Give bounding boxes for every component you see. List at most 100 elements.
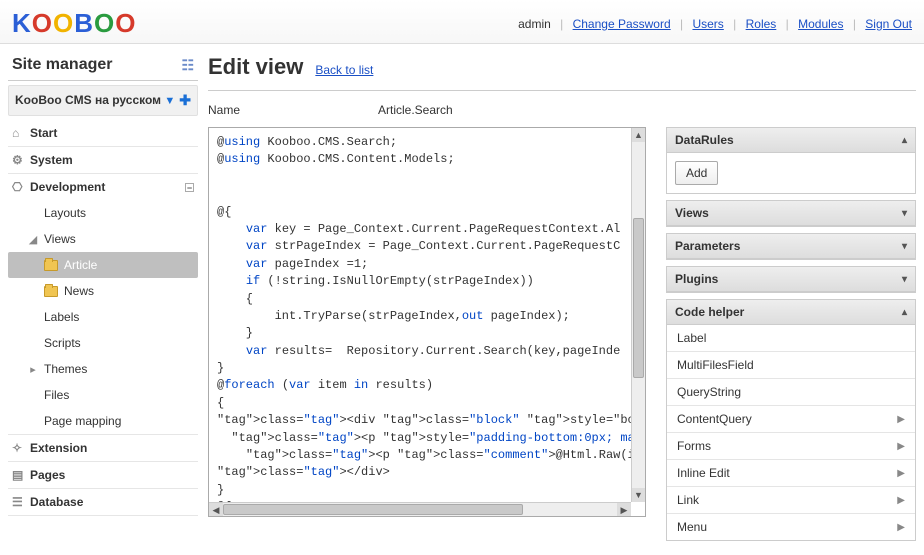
link-change-password[interactable]: Change Password — [573, 17, 671, 31]
page-title: Edit view — [208, 54, 303, 80]
section-plugins-header[interactable]: Plugins▾ — [667, 267, 915, 292]
nav-system[interactable]: ⚙System — [8, 147, 198, 173]
page-heading: Edit view Back to list — [208, 50, 916, 91]
codehelper-item[interactable]: Label — [667, 325, 915, 351]
folder-icon — [44, 286, 58, 297]
nav-development[interactable]: ⎔ Development − — [8, 174, 198, 200]
code-content[interactable]: @using Kooboo.CMS.Search; @using Kooboo.… — [209, 128, 631, 502]
section-parameters-header[interactable]: Parameters▾ — [667, 234, 915, 259]
chevron-down-icon[interactable]: ▼ — [164, 95, 175, 107]
db-icon: ☰ — [12, 495, 24, 509]
codehelper-list: Label MultiFilesField QueryString ContentQu… — [667, 325, 915, 540]
nav-layouts[interactable]: Layouts — [8, 200, 198, 226]
nav-pages[interactable]: ▤Pages — [8, 462, 198, 488]
top-links: admin | Change Password | Users | Roles … — [518, 17, 912, 31]
dev-icon: ⎔ — [12, 180, 24, 194]
expand-down-icon: ▾ — [902, 208, 907, 219]
scroll-left-icon[interactable]: ◀ — [209, 503, 223, 516]
submenu-icon: ▶ — [897, 468, 905, 479]
sidebar-title: Site manager — [12, 56, 112, 74]
add-site-icon[interactable]: ✚ — [179, 92, 191, 109]
nav-labels[interactable]: Labels — [8, 304, 198, 330]
nav-views[interactable]: ◢Views — [8, 226, 198, 252]
nav-views-article[interactable]: Article — [8, 252, 198, 278]
codehelper-item[interactable]: Menu ▶ — [667, 513, 915, 540]
codehelper-item[interactable]: Link ▶ — [667, 486, 915, 513]
sitemap-icon[interactable]: ☷ — [181, 57, 194, 74]
link-modules[interactable]: Modules — [798, 17, 843, 31]
nav-extension[interactable]: ✧Extension — [8, 435, 198, 461]
nav-start[interactable]: ⌂Start — [8, 120, 198, 146]
expand-icon[interactable]: ◢ — [28, 233, 38, 246]
codehelper-item-label: QueryString — [677, 385, 741, 399]
gear-icon: ⚙ — [12, 153, 24, 167]
section-datarules: DataRules▴ Add — [666, 127, 916, 194]
section-plugins: Plugins▾ — [666, 266, 916, 293]
codehelper-item-label: ContentQuery — [677, 412, 752, 426]
logo: KOOBOO — [12, 8, 137, 39]
home-icon: ⌂ — [12, 126, 24, 140]
page-icon: ▤ — [12, 468, 24, 482]
site-name: KooBoo CMS на русском — [15, 93, 161, 109]
section-codehelper-header[interactable]: Code helper▴ — [667, 300, 915, 325]
submenu-icon: ▶ — [897, 495, 905, 506]
codehelper-item[interactable]: Forms ▶ — [667, 432, 915, 459]
codehelper-item[interactable]: QueryString — [667, 378, 915, 405]
main: Edit view Back to list Name Article.Sear… — [208, 50, 916, 547]
nav-files[interactable]: Files — [8, 382, 198, 408]
expand-down-icon: ▾ — [902, 241, 907, 252]
name-row: Name Article.Search — [208, 99, 916, 127]
submenu-icon: ▶ — [897, 414, 905, 425]
codehelper-item-label: Label — [677, 331, 706, 345]
scroll-down-icon[interactable]: ▼ — [632, 488, 645, 502]
current-user: admin — [518, 17, 551, 31]
collapse-up-icon: ▴ — [902, 307, 907, 318]
folder-icon — [44, 260, 58, 271]
codehelper-item[interactable]: Inline Edit ▶ — [667, 459, 915, 486]
horizontal-scrollbar[interactable]: ◀ ▶ — [209, 502, 631, 516]
codehelper-item-label: Menu — [677, 520, 707, 534]
section-views-header[interactable]: Views▾ — [667, 201, 915, 226]
name-label: Name — [208, 103, 248, 117]
link-sign-out[interactable]: Sign Out — [865, 17, 912, 31]
sidebar-header: Site manager ☷ — [8, 50, 198, 81]
collapse-icon[interactable]: − — [185, 183, 194, 192]
codehelper-item-label: Link — [677, 493, 699, 507]
section-parameters: Parameters▾ — [666, 233, 916, 260]
name-value: Article.Search — [378, 103, 453, 117]
expand-icon[interactable]: ▸ — [28, 363, 38, 376]
codehelper-item[interactable]: ContentQuery ▶ — [667, 405, 915, 432]
scroll-up-icon[interactable]: ▲ — [632, 128, 645, 142]
vertical-scrollbar[interactable]: ▲ ▼ — [631, 128, 645, 502]
submenu-icon: ▶ — [897, 441, 905, 452]
nav-page-mapping[interactable]: Page mapping — [8, 408, 198, 434]
puzzle-icon: ✧ — [12, 441, 24, 455]
link-roles[interactable]: Roles — [746, 17, 777, 31]
codehelper-item-label: MultiFilesField — [677, 358, 754, 372]
codehelper-item-label: Forms — [677, 439, 711, 453]
link-users[interactable]: Users — [692, 17, 723, 31]
section-codehelper: Code helper▴ Label MultiFilesField QuerySt… — [666, 299, 916, 541]
scroll-thumb[interactable] — [633, 218, 644, 378]
code-editor[interactable]: @using Kooboo.CMS.Search; @using Kooboo.… — [208, 127, 646, 517]
right-panel: DataRules▴ Add Views▾ Parameters▾ — [666, 127, 916, 547]
section-datarules-header[interactable]: DataRules▴ — [667, 128, 915, 153]
add-datarule-button[interactable]: Add — [675, 161, 718, 185]
expand-down-icon: ▾ — [902, 274, 907, 285]
sidebar: Site manager ☷ KooBoo CMS на русском ▼ ✚… — [8, 50, 198, 547]
codehelper-item-label: Inline Edit — [677, 466, 730, 480]
nav-scripts[interactable]: Scripts — [8, 330, 198, 356]
section-views: Views▾ — [666, 200, 916, 227]
codehelper-item[interactable]: MultiFilesField — [667, 351, 915, 378]
nav-database[interactable]: ☰Database — [8, 489, 198, 515]
submenu-icon: ▶ — [897, 522, 905, 533]
top-bar: KOOBOO admin | Change Password | Users |… — [0, 0, 924, 44]
nav-views-news[interactable]: News — [8, 278, 198, 304]
nav-themes[interactable]: ▸Themes — [8, 356, 198, 382]
nav-tree: ⌂Start ⚙System ⎔ Development − Layouts ◢… — [8, 120, 198, 516]
scroll-thumb[interactable] — [223, 504, 523, 515]
scroll-right-icon[interactable]: ▶ — [617, 503, 631, 516]
site-selector[interactable]: KooBoo CMS на русском ▼ ✚ — [8, 85, 198, 116]
back-to-list-link[interactable]: Back to list — [315, 63, 373, 77]
collapse-up-icon: ▴ — [902, 135, 907, 146]
